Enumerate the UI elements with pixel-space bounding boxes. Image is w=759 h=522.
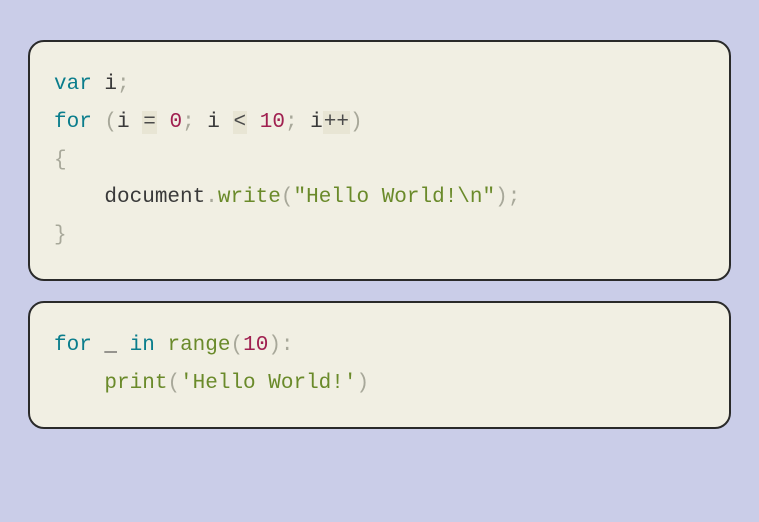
indent xyxy=(54,186,104,209)
open-brace: { xyxy=(54,149,67,172)
less-than-operator: < xyxy=(233,111,248,134)
print-function: print xyxy=(104,372,167,395)
variable-i: i xyxy=(117,111,130,134)
javascript-code-block: var i; for (i = 0; i < 10; i++) { docume… xyxy=(28,40,731,281)
open-paren: ( xyxy=(230,334,243,357)
close-brace: } xyxy=(54,224,67,247)
close-paren: ) xyxy=(495,186,508,209)
var-keyword: var xyxy=(54,73,92,96)
open-paren: ( xyxy=(167,372,180,395)
colon: : xyxy=(281,334,294,357)
write-method: write xyxy=(218,186,281,209)
semicolon: ; xyxy=(182,111,195,134)
variable-i: i xyxy=(207,111,220,134)
variable-i: i xyxy=(104,73,117,96)
close-paren: ) xyxy=(268,334,281,357)
for-keyword: for xyxy=(54,111,92,134)
equals-operator: = xyxy=(142,111,157,134)
semicolon: ; xyxy=(117,73,130,96)
semicolon: ; xyxy=(508,186,521,209)
range-function: range xyxy=(167,334,230,357)
string-literal: 'Hello World!' xyxy=(180,372,356,395)
variable-i: i xyxy=(310,111,323,134)
open-paren: ( xyxy=(104,111,117,134)
number-ten: 10 xyxy=(260,111,285,134)
underscore-variable: _ xyxy=(104,334,117,357)
document-object: document xyxy=(104,186,205,209)
semicolon: ; xyxy=(285,111,298,134)
dot-operator: . xyxy=(205,186,218,209)
plus-plus-operator: ++ xyxy=(323,111,350,134)
string-literal: "Hello World!\n" xyxy=(293,186,495,209)
open-paren: ( xyxy=(281,186,294,209)
close-paren: ) xyxy=(350,111,363,134)
for-keyword: for xyxy=(54,334,92,357)
close-paren: ) xyxy=(356,372,369,395)
python-code-block: for _ in range(10): print('Hello World!'… xyxy=(28,301,731,429)
number-zero: 0 xyxy=(169,111,182,134)
indent xyxy=(54,372,104,395)
number-ten: 10 xyxy=(243,334,268,357)
in-keyword: in xyxy=(130,334,155,357)
